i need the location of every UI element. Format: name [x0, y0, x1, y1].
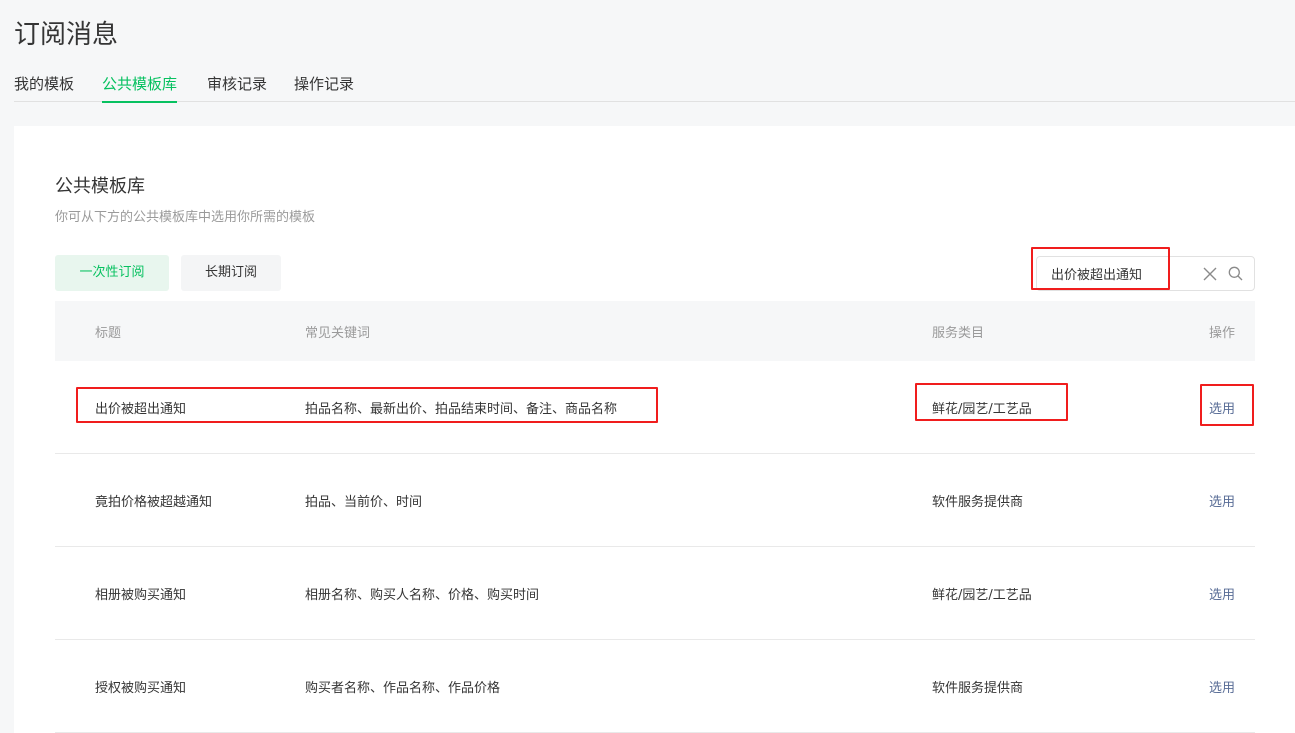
row-category: 软件服务提供商	[932, 680, 1024, 696]
close-icon[interactable]	[1203, 266, 1217, 281]
select-link[interactable]: 选用	[1209, 584, 1235, 603]
row-title: 出价被超出通知	[95, 401, 187, 417]
long-term-subscription-button[interactable]: 长期订阅	[181, 255, 281, 291]
search-icon[interactable]	[1228, 266, 1243, 281]
row-keywords: 拍品、当前价、时间	[305, 494, 423, 510]
table-row: 出价被超出通知 拍品名称、最新出价、拍品结束时间、备注、商品名称 鲜花/园艺/工…	[55, 361, 1255, 454]
table-row: 竟拍价格被超越通知 拍品、当前价、时间 软件服务提供商 选用	[55, 454, 1255, 547]
row-title: 竟拍价格被超越通知	[95, 494, 213, 510]
tab-bar: 我的模板 公共模板库 审核记录 操作记录	[14, 74, 1295, 103]
select-link[interactable]: 选用	[1209, 491, 1235, 510]
tab-my-templates[interactable]: 我的模板	[14, 74, 74, 102]
tab-public-library[interactable]: 公共模板库	[102, 74, 178, 103]
select-link[interactable]: 选用	[1209, 398, 1235, 417]
tab-operation-records[interactable]: 操作记录	[294, 74, 354, 102]
row-title: 相册被购买通知	[95, 587, 187, 603]
header-category: 服务类目	[932, 325, 985, 341]
header-keywords: 常见关键词	[305, 325, 371, 341]
row-title: 授权被购买通知	[95, 680, 187, 696]
row-keywords: 购买者名称、作品名称、作品价格	[305, 680, 501, 696]
row-category: 软件服务提供商	[932, 494, 1024, 510]
search-box	[1036, 256, 1255, 291]
row-keywords: 拍品名称、最新出价、拍品结束时间、备注、商品名称	[305, 401, 618, 417]
row-category: 鲜花/园艺/工艺品	[932, 587, 1032, 603]
row-category: 鲜花/园艺/工艺品	[932, 401, 1032, 417]
row-keywords: 相册名称、购买人名称、价格、购买时间	[305, 587, 540, 603]
section-title: 公共模板库	[55, 176, 145, 197]
section-description: 你可从下方的公共模板库中选用你所需的模板	[55, 210, 316, 225]
header-title: 标题	[95, 325, 122, 341]
one-time-subscription-button[interactable]: 一次性订阅	[55, 255, 169, 291]
table-row: 相册被购买通知 相册名称、购买人名称、价格、购买时间 鲜花/园艺/工艺品 选用	[55, 547, 1255, 640]
search-input[interactable]	[1051, 257, 1191, 290]
header-action: 操作	[1208, 325, 1235, 341]
table-row: 授权被购买通知 购买者名称、作品名称、作品价格 软件服务提供商 选用	[55, 640, 1255, 733]
tab-review-records[interactable]: 审核记录	[207, 74, 267, 102]
table-header: 标题 常见关键词 服务类目 操作	[55, 301, 1255, 361]
library-card: 公共模板库 你可从下方的公共模板库中选用你所需的模板 一次性订阅 长期订阅 标题…	[14, 126, 1295, 733]
select-link[interactable]: 选用	[1209, 677, 1235, 696]
page-title: 订阅消息	[14, 20, 119, 50]
